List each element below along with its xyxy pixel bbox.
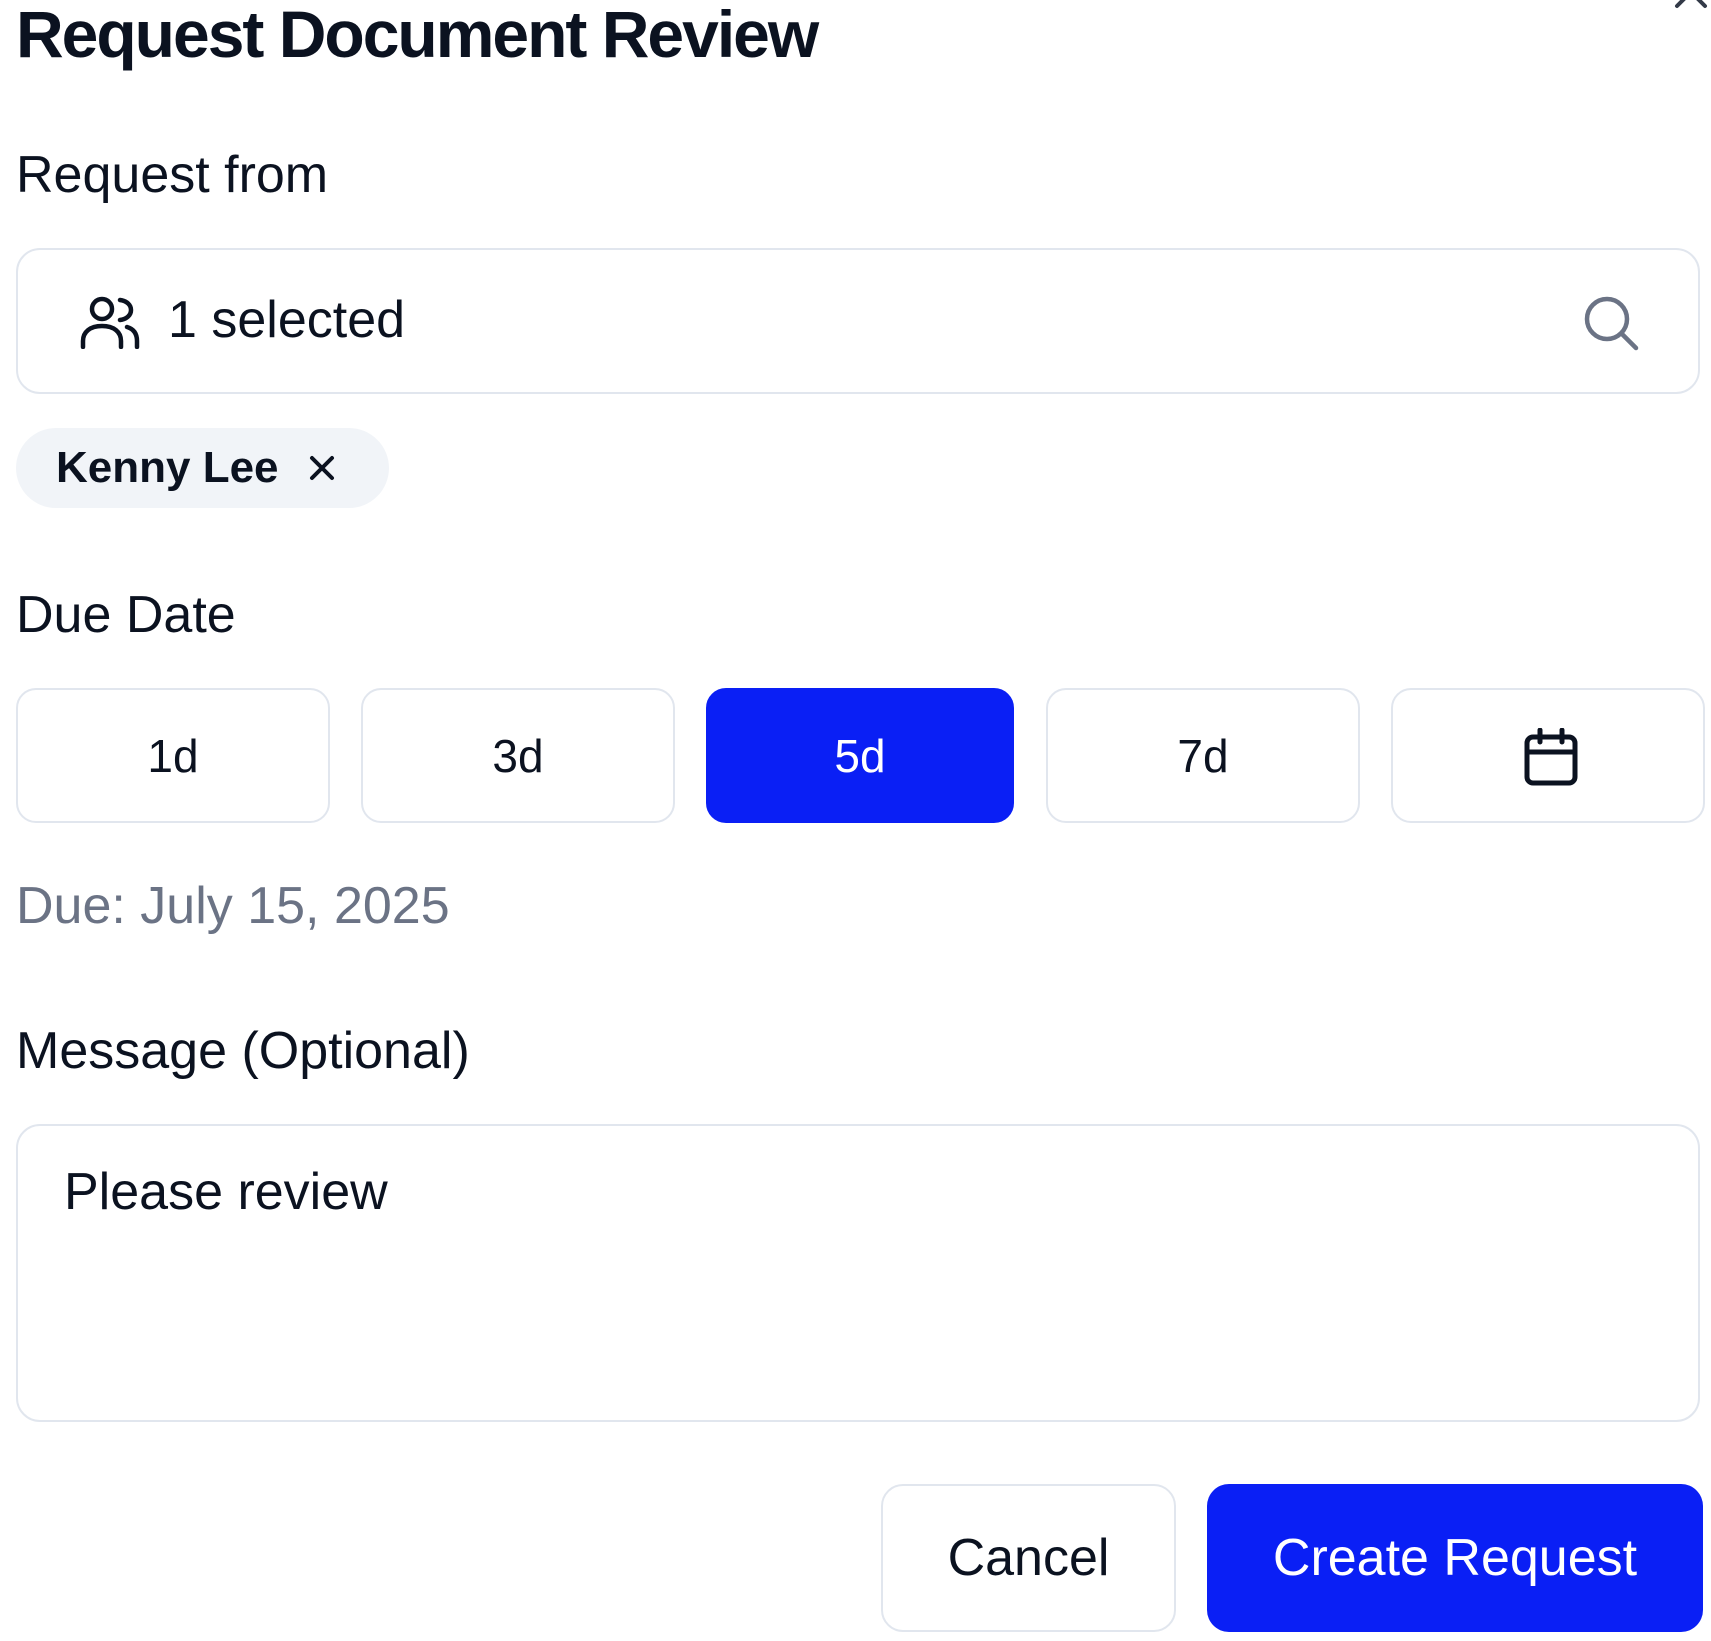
calendar-icon	[1524, 728, 1578, 786]
due-date-text: Due: July 15, 2025	[16, 877, 450, 935]
request-from-label: Request from	[16, 146, 329, 204]
search-icon[interactable]	[1582, 294, 1640, 352]
due-option-5d-selected[interactable]: 5d	[706, 688, 1014, 823]
people-icon	[80, 296, 140, 349]
due-option-3d[interactable]: 3d	[361, 688, 675, 823]
create-request-button[interactable]: Create Request	[1207, 1484, 1703, 1632]
close-button[interactable]	[1671, 0, 1711, 20]
due-option-7d[interactable]: 7d	[1046, 688, 1360, 823]
selected-count: 1 selected	[168, 291, 406, 349]
message-label: Message (Optional)	[16, 1022, 470, 1080]
due-option-1d[interactable]: 1d	[16, 688, 330, 823]
cancel-button[interactable]: Cancel	[881, 1484, 1176, 1632]
close-icon	[1675, 0, 1707, 8]
request-from-select[interactable]: 1 selected	[16, 248, 1700, 394]
chip-label: Kenny Lee	[56, 443, 279, 492]
dialog-title: Request Document Review	[16, 0, 819, 71]
message-textarea[interactable]: Please review	[16, 1124, 1700, 1422]
due-option-custom-date[interactable]	[1391, 688, 1705, 823]
selected-user-chip: Kenny Lee	[16, 428, 389, 508]
request-review-dialog: Request Document Review Request from 1 s…	[0, 0, 1711, 1641]
due-date-label: Due Date	[16, 586, 236, 644]
x-icon[interactable]	[306, 452, 338, 484]
